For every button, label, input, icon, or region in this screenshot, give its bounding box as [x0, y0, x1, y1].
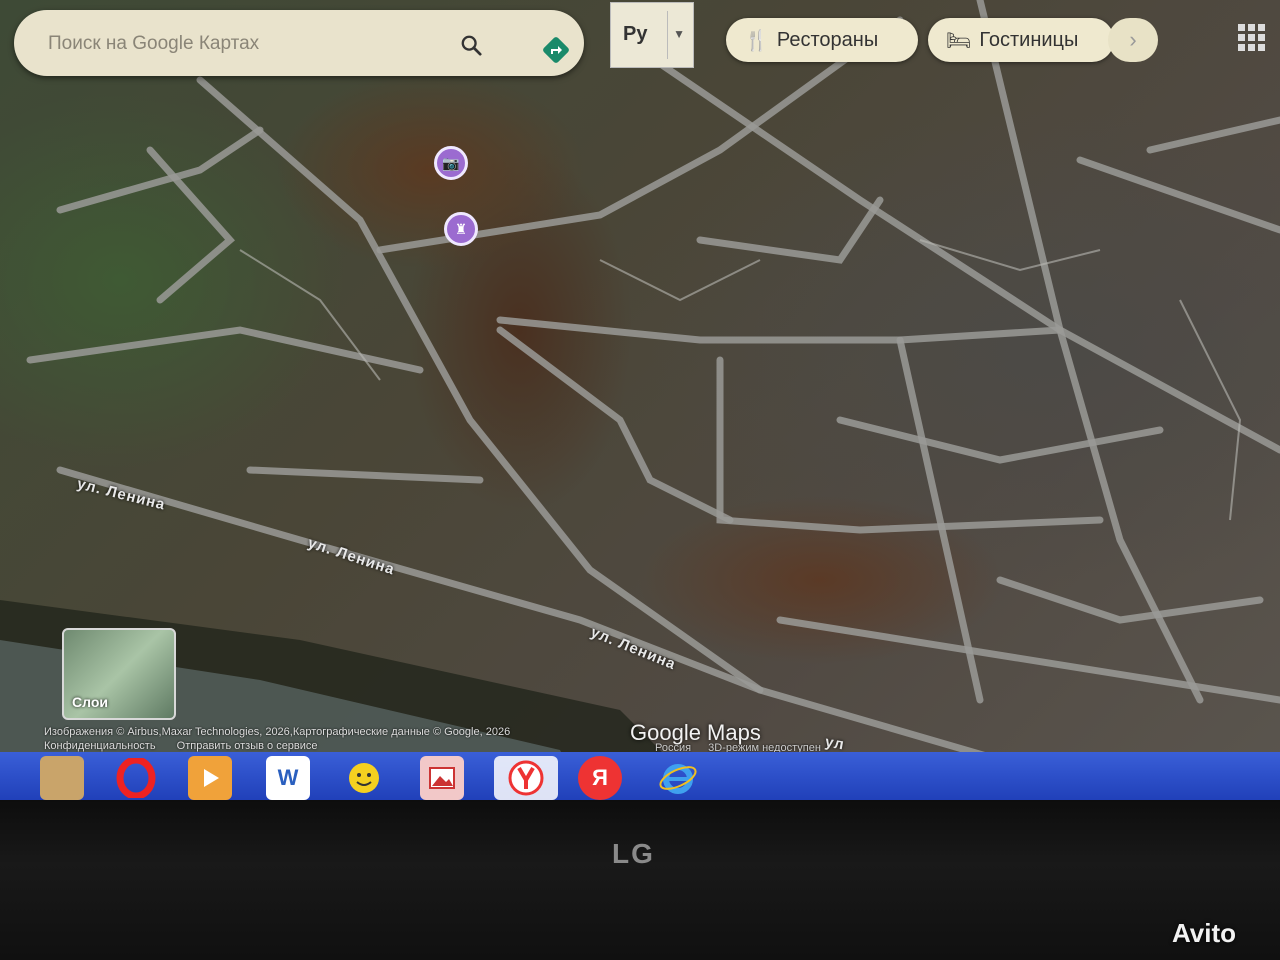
fork-knife-icon: 🍴 [744, 29, 769, 52]
internet-explorer-icon[interactable] [656, 756, 700, 800]
feedback-link[interactable]: Отправить отзыв о сервисе [177, 740, 318, 752]
monitor-brand: LG [612, 838, 655, 869]
chevron-down-icon[interactable]: ▼ [673, 27, 685, 41]
avito-watermark: Avito [1172, 918, 1237, 948]
taskbar: W Я [0, 752, 1280, 802]
language-label: Ру [623, 23, 648, 45]
restaurants-chip[interactable]: 🍴 Рестораны [726, 18, 918, 62]
layers-button[interactable]: Слои [62, 628, 176, 720]
search-icon[interactable] [460, 34, 482, 56]
yandex-icon[interactable]: Я [578, 756, 622, 800]
hotels-label: Гостиницы [979, 28, 1079, 51]
yandex-browser-icon[interactable] [494, 756, 558, 800]
folder-icon[interactable] [40, 756, 84, 800]
messenger-icon[interactable] [342, 756, 386, 800]
word-icon[interactable]: W [266, 756, 310, 800]
hotels-chip[interactable]: 🛏 Гостиницы [928, 18, 1114, 62]
search-input[interactable] [46, 26, 430, 62]
media-player-icon[interactable] [188, 756, 232, 800]
language-divider [667, 11, 668, 59]
landmark-marker-icon[interactable]: ♜ [444, 212, 478, 246]
layers-label: Слои [72, 694, 108, 710]
opera-icon[interactable] [114, 756, 158, 800]
camera-marker-icon[interactable]: 📷 [434, 146, 468, 180]
monitor-bezel [0, 800, 1280, 960]
attribution-links: Конфиденциальность Отправить отзыв о сер… [44, 740, 336, 752]
map-roads [0, 0, 1280, 790]
chips-next-button[interactable]: › [1108, 18, 1158, 62]
language-selector[interactable]: Ру ▼ [610, 2, 694, 68]
search-box[interactable] [14, 10, 584, 76]
restaurants-label: Рестораны [776, 28, 879, 51]
privacy-link[interactable]: Конфиденциальность [44, 740, 156, 752]
photos-icon[interactable] [420, 756, 464, 800]
bed-icon: 🛏 [946, 29, 972, 52]
directions-icon[interactable] [540, 34, 572, 66]
apps-grid-icon[interactable] [1236, 22, 1268, 54]
imagery-attribution: Изображения © Airbus,Maxar Technologies,… [44, 726, 511, 738]
map-screen: Ру ▼ 🍴 Рестораны 🛏 Гостиницы › 📷 ♜ ул. Л… [0, 0, 1280, 790]
